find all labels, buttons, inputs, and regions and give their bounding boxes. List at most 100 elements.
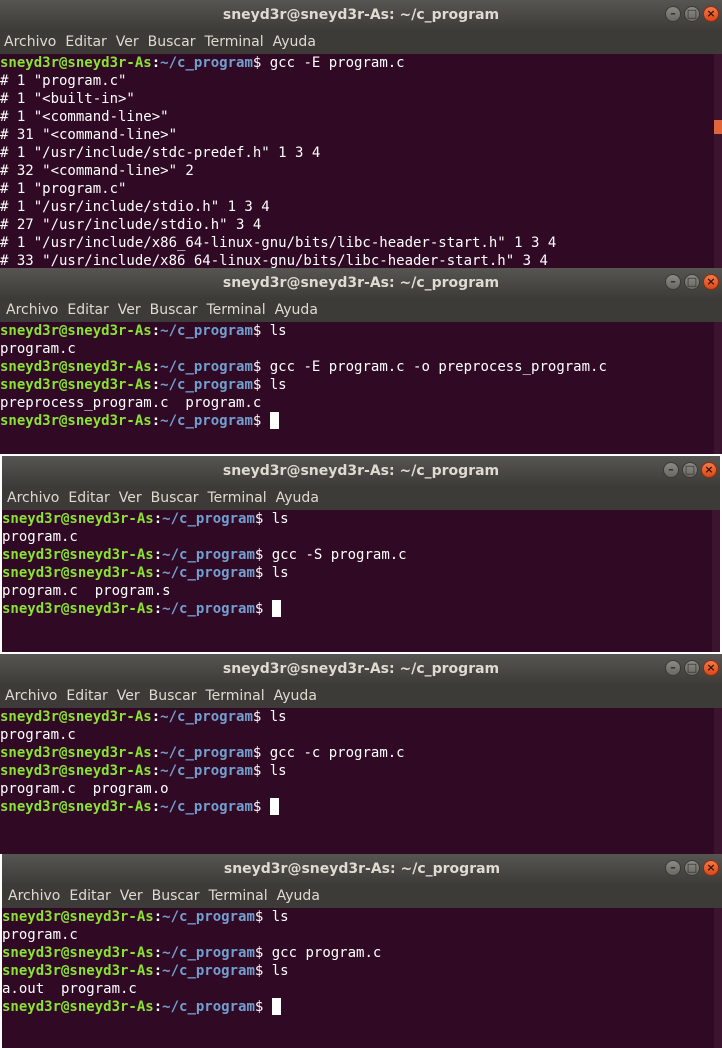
close-icon[interactable]: × — [703, 274, 719, 290]
command-text: gcc -E program.c -o preprocess_program.c — [261, 359, 607, 375]
command-text — [261, 799, 269, 815]
terminal-output[interactable]: sneyd3r@sneyd3r-As:~/c_program$ gcc -E p… — [0, 54, 714, 272]
prompt-line: sneyd3r@sneyd3r-As:~/c_program$ ls — [0, 708, 714, 726]
prompt-user: sneyd3r@sneyd3r-As — [2, 999, 154, 1015]
prompt-line: sneyd3r@sneyd3r-As:~/c_program$ ls — [0, 376, 714, 394]
maximize-icon[interactable]: □ — [684, 660, 700, 676]
menu-ver[interactable]: Ver — [120, 888, 143, 904]
command-text: ls — [263, 909, 289, 925]
menu-buscar[interactable]: Buscar — [149, 688, 197, 704]
output-line: program.c program.s — [2, 583, 171, 599]
scrollbar[interactable] — [714, 908, 722, 1048]
close-icon[interactable]: × — [701, 462, 717, 478]
menu-archivo[interactable]: Archivo — [5, 688, 57, 704]
maximize-icon[interactable]: □ — [684, 860, 700, 876]
menu-buscar[interactable]: Buscar — [150, 302, 198, 318]
menu-ayuda[interactable]: Ayuda — [276, 490, 319, 506]
menu-ver[interactable]: Ver — [118, 302, 141, 318]
prompt-colon: : — [151, 709, 161, 725]
menu-archivo[interactable]: Archivo — [8, 888, 60, 904]
prompt-line: sneyd3r@sneyd3r-As:~/c_program$ ls — [2, 908, 714, 926]
minimize-icon[interactable]: – — [663, 462, 679, 478]
text-cursor — [271, 998, 281, 1015]
prompt-colon: : — [153, 945, 163, 961]
prompt-path: ~/c_program — [162, 999, 255, 1015]
prompt-user: sneyd3r@sneyd3r-As — [0, 413, 152, 429]
close-icon[interactable]: × — [703, 860, 719, 876]
menu-terminal[interactable]: Terminal — [204, 34, 263, 50]
menu-editar[interactable]: Editar — [65, 34, 106, 50]
menu-terminal[interactable]: Terminal — [207, 490, 266, 506]
output-line: # 27 "/usr/include/stdio.h" 3 4 — [0, 217, 262, 233]
menu-archivo[interactable]: Archivo — [6, 302, 58, 318]
prompt-line: sneyd3r@sneyd3r-As:~/c_program$ gcc -S p… — [2, 546, 712, 564]
prompt-line: sneyd3r@sneyd3r-As:~/c_program$ — [2, 998, 714, 1016]
scrollbar[interactable] — [714, 54, 722, 272]
command-text: gcc -S program.c — [263, 547, 407, 563]
menu-ayuda[interactable]: Ayuda — [274, 688, 317, 704]
terminal-output[interactable]: sneyd3r@sneyd3r-As:~/c_program$ ls progra… — [2, 510, 712, 652]
menu-bar: Archivo Editar Ver Buscar Terminal Ayuda — [2, 486, 720, 510]
prompt-line: sneyd3r@sneyd3r-As:~/c_program$ ls — [0, 762, 714, 780]
terminal-output[interactable]: sneyd3r@sneyd3r-As:~/c_program$ ls progra… — [0, 708, 714, 854]
output-line: # 1 "program.c" — [0, 181, 127, 197]
menu-archivo[interactable]: Archivo — [4, 34, 56, 50]
menu-terminal[interactable]: Terminal — [205, 688, 264, 704]
window-title: sneyd3r@sneyd3r-As: ~/c_program — [0, 654, 722, 684]
terminal-output[interactable]: sneyd3r@sneyd3r-As:~/c_program$ ls progra… — [0, 322, 714, 454]
prompt-path: ~/c_program — [160, 763, 253, 779]
prompt-line: sneyd3r@sneyd3r-As:~/c_program$ gcc -c p… — [0, 744, 714, 762]
minimize-icon[interactable]: – — [665, 860, 681, 876]
output-line: # 1 "/usr/include/x86_64-linux-gnu/bits/… — [0, 235, 557, 251]
menu-ver[interactable]: Ver — [116, 34, 139, 50]
menu-editar[interactable]: Editar — [66, 688, 107, 704]
prompt-user: sneyd3r@sneyd3r-As — [0, 377, 152, 393]
menu-ayuda[interactable]: Ayuda — [277, 888, 320, 904]
prompt-line: sneyd3r@sneyd3r-As:~/c_program$ ls — [0, 322, 714, 340]
output-line: a.out program.c — [2, 981, 137, 997]
scrollbar-thumb[interactable] — [714, 120, 722, 134]
menu-buscar[interactable]: Buscar — [152, 888, 200, 904]
prompt-line: sneyd3r@sneyd3r-As:~/c_program$ — [0, 412, 714, 430]
prompt-user: sneyd3r@sneyd3r-As — [2, 511, 154, 527]
prompt-path: ~/c_program — [162, 511, 255, 527]
close-icon[interactable]: × — [703, 660, 719, 676]
command-text: ls — [263, 963, 289, 979]
prompt-colon: : — [151, 799, 161, 815]
window-controls: – □ × — [665, 274, 719, 290]
maximize-icon[interactable]: □ — [684, 274, 700, 290]
menu-ayuda[interactable]: Ayuda — [273, 34, 316, 50]
prompt-colon: : — [151, 359, 161, 375]
minimize-icon[interactable]: – — [665, 6, 681, 22]
prompt-path: ~/c_program — [162, 963, 255, 979]
menu-ayuda[interactable]: Ayuda — [275, 302, 318, 318]
maximize-icon[interactable]: □ — [682, 462, 698, 478]
menu-ver[interactable]: Ver — [119, 490, 142, 506]
prompt-colon: : — [151, 745, 161, 761]
prompt-line: sneyd3r@sneyd3r-As:~/c_program$ ls — [2, 962, 714, 980]
menu-editar[interactable]: Editar — [67, 302, 108, 318]
prompt-path: ~/c_program — [160, 359, 253, 375]
minimize-icon[interactable]: – — [665, 274, 681, 290]
menu-ver[interactable]: Ver — [117, 688, 140, 704]
prompt-user: sneyd3r@sneyd3r-As — [0, 709, 152, 725]
output-line: # 1 "<built-in>" — [0, 91, 135, 107]
scrollbar[interactable] — [714, 322, 722, 454]
menu-terminal[interactable]: Terminal — [208, 888, 267, 904]
menu-buscar[interactable]: Buscar — [148, 34, 196, 50]
terminal-output[interactable]: sneyd3r@sneyd3r-As:~/c_program$ ls progra… — [2, 908, 714, 1048]
prompt-user: sneyd3r@sneyd3r-As — [2, 565, 154, 581]
prompt-path: ~/c_program — [162, 565, 255, 581]
scrollbar[interactable] — [714, 708, 722, 854]
command-text: ls — [261, 323, 287, 339]
prompt-user: sneyd3r@sneyd3r-As — [2, 945, 154, 961]
menu-buscar[interactable]: Buscar — [151, 490, 199, 506]
menu-terminal[interactable]: Terminal — [206, 302, 265, 318]
scrollbar[interactable] — [712, 510, 720, 652]
close-icon[interactable]: × — [703, 6, 719, 22]
menu-archivo[interactable]: Archivo — [7, 490, 59, 506]
minimize-icon[interactable]: – — [665, 660, 681, 676]
maximize-icon[interactable]: □ — [684, 6, 700, 22]
menu-editar[interactable]: Editar — [68, 490, 109, 506]
menu-editar[interactable]: Editar — [69, 888, 110, 904]
